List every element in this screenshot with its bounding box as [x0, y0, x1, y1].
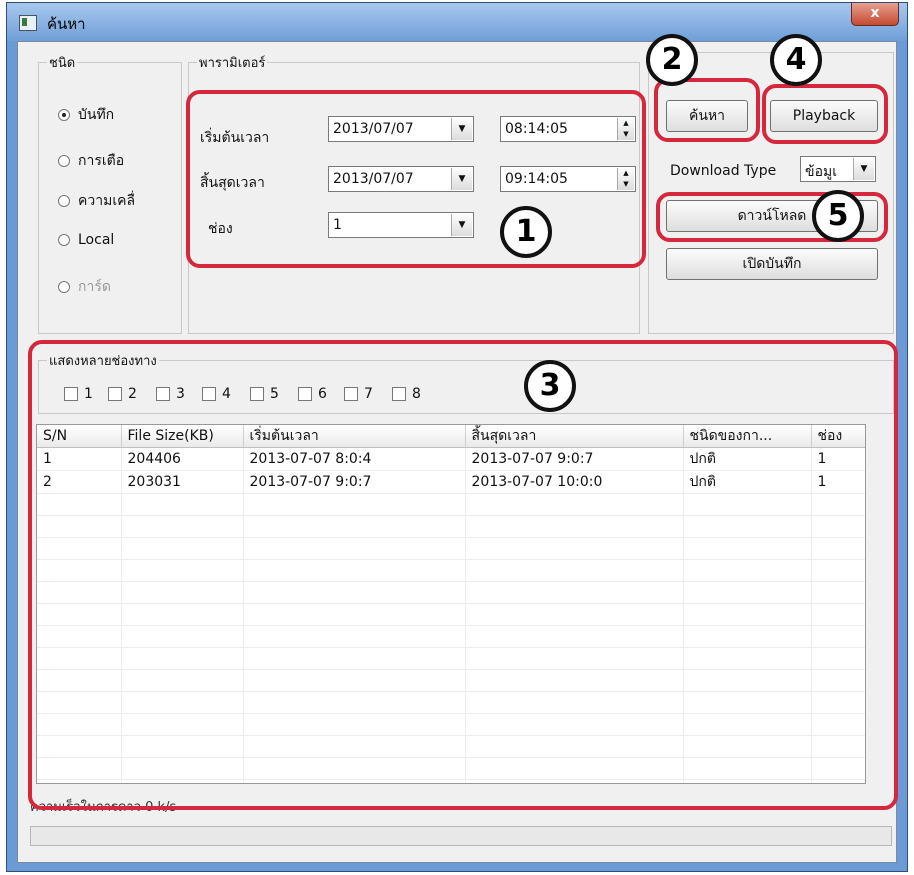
radio-local-dot[interactable] [58, 234, 70, 246]
annotation-badge-3: 3 [524, 360, 576, 412]
radio-alarm-dot[interactable] [58, 155, 70, 167]
annotation-badge-1: 1 [500, 206, 552, 258]
radio-card: การ์ด [58, 276, 111, 298]
radio-motion[interactable]: ความเคลื่ [58, 190, 135, 212]
radio-motion-label: ความเคลื่ [78, 193, 136, 209]
annotation-badge-4: 4 [770, 34, 822, 86]
radio-alarm[interactable]: การเตือ [58, 150, 124, 172]
annotation-ring-results [28, 340, 898, 810]
chevron-down-icon[interactable]: ▼ [853, 158, 874, 180]
download-type-select[interactable]: ข้อมูเ ▼ [800, 156, 876, 182]
radio-record-label: บันทึก [78, 107, 115, 123]
radio-motion-dot[interactable] [58, 195, 70, 207]
window-title: ค้นหา [47, 15, 86, 33]
annotation-ring-playback [762, 84, 888, 144]
radio-record-dot[interactable] [58, 109, 70, 121]
radio-card-dot [58, 281, 70, 293]
title-bar: ค้นหา x [7, 3, 907, 41]
annotation-badge-5: 5 [812, 190, 864, 242]
radio-card-label: การ์ด [78, 279, 111, 295]
radio-alarm-label: การเตือ [78, 153, 125, 169]
download-type-label: Download Type [670, 163, 777, 179]
open-record-button[interactable]: เปิดบันทึก [666, 248, 878, 280]
annotation-ring-search [654, 78, 760, 142]
type-group-legend: ชนิด [49, 56, 76, 71]
radio-local[interactable]: Local [58, 232, 114, 248]
app-icon [19, 15, 37, 31]
annotation-ring-params [186, 90, 646, 268]
annotation-badge-2: 2 [646, 34, 698, 86]
close-button[interactable]: x [851, 3, 899, 26]
download-progress-bar [30, 826, 892, 846]
download-type-value: ข้อมูเ [805, 164, 837, 180]
radio-local-label: Local [78, 232, 115, 248]
radio-record[interactable]: บันทึก [58, 104, 114, 126]
parameters-legend: พารามิเตอร์ [199, 56, 266, 71]
